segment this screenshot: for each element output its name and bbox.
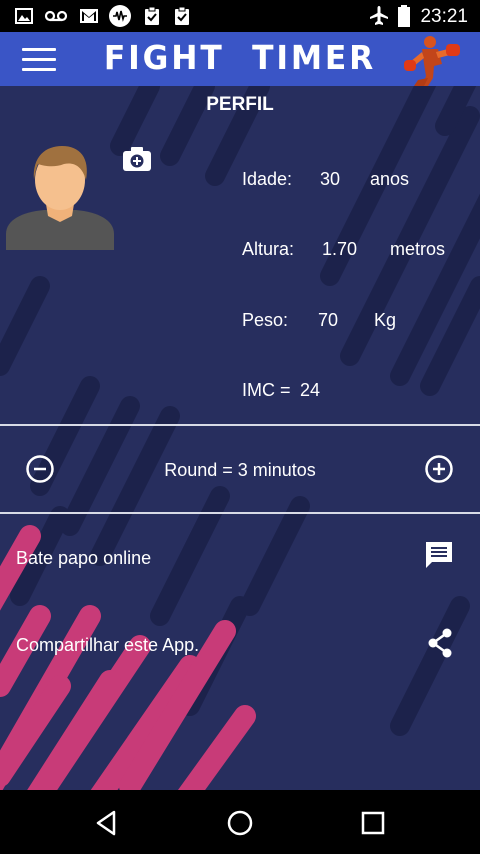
- age-unit: anos: [370, 169, 410, 189]
- recents-icon[interactable]: [358, 808, 388, 838]
- weight-value[interactable]: 70: [318, 310, 338, 331]
- profile-screen: PERFIL Idade: 30 anos Altura: 1.70 metro…: [0, 86, 480, 790]
- home-icon[interactable]: [225, 808, 255, 838]
- section-title: PERFIL: [206, 94, 274, 115]
- navigation-bar: [0, 790, 480, 854]
- status-bar: 23:21: [0, 0, 480, 32]
- back-icon[interactable]: [92, 808, 122, 838]
- app-bar: FIGHT TIMER: [0, 32, 480, 86]
- bmi-label: IMC =: [242, 380, 291, 400]
- weight-label: Peso:: [242, 310, 289, 330]
- weight-unit: Kg: [374, 310, 397, 330]
- share-label[interactable]: Compartilhar este App.: [16, 635, 199, 656]
- height-value[interactable]: 1.70: [322, 239, 357, 260]
- chat-label[interactable]: Bate papo online: [16, 548, 151, 569]
- divider: [0, 512, 480, 514]
- avatar-icon[interactable]: [4, 142, 116, 250]
- gmail-icon: [80, 9, 98, 23]
- chat-icon[interactable]: [424, 540, 454, 570]
- divider: [0, 424, 480, 426]
- voicemail-icon: [44, 10, 68, 22]
- clipboard-check-icon: [175, 6, 189, 25]
- camera-icon[interactable]: [122, 146, 152, 172]
- increase-round-button[interactable]: [424, 454, 454, 484]
- gallery-icon: [15, 8, 33, 24]
- airplane-mode-icon: [370, 6, 388, 25]
- height-label: Altura:: [242, 239, 295, 259]
- share-icon[interactable]: [426, 628, 454, 658]
- battery-icon: [398, 5, 410, 27]
- round-duration: Round = 3 minutos: [164, 460, 316, 480]
- height-unit: metros: [390, 239, 446, 259]
- boxer-logo-icon: [404, 36, 460, 86]
- status-time: 23:21: [420, 6, 468, 27]
- age-label: Idade:: [242, 169, 293, 189]
- bmi-value: 24: [300, 380, 321, 400]
- clipboard-check-icon: [145, 6, 159, 25]
- sound-wave-icon: [109, 5, 131, 27]
- age-value[interactable]: 30: [320, 169, 340, 190]
